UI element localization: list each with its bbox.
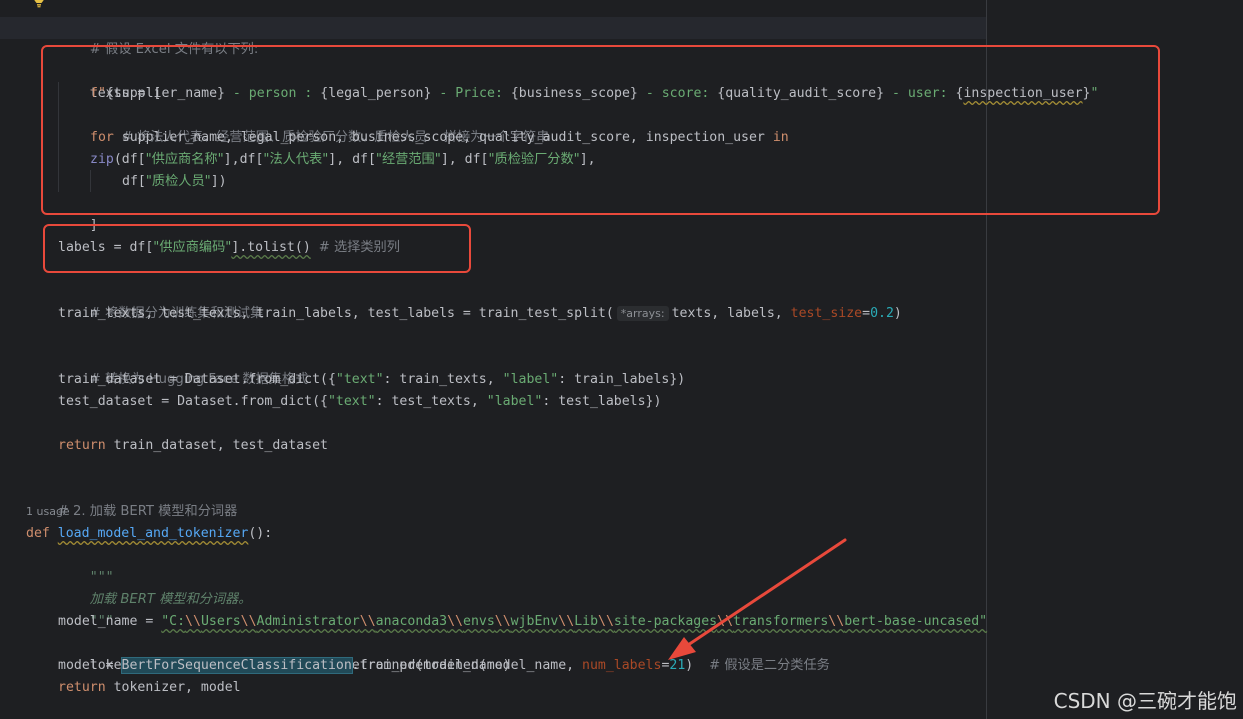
red-arrow-annotation [668, 538, 847, 660]
code-editor[interactable]: # 假设 Excel 文件有以下列: texts = [ f"{supplier… [0, 0, 1243, 719]
watermark: CSDN @三碗才能饱 [1053, 689, 1237, 713]
